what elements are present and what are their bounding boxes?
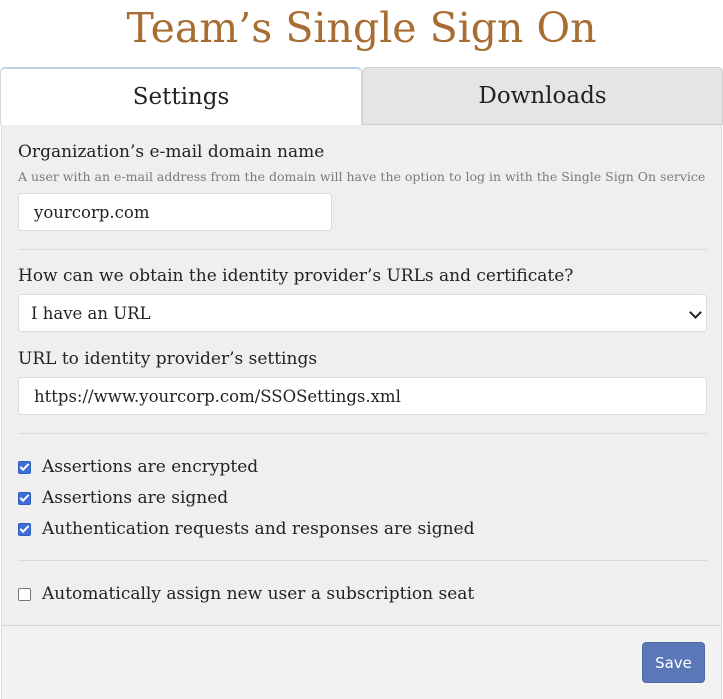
tab-bar: Settings Downloads	[0, 67, 723, 125]
idp-method-selected: I have an URL	[31, 303, 151, 323]
divider	[18, 560, 707, 561]
requests-signed-checkbox[interactable]	[18, 522, 31, 536]
tab-downloads[interactable]: Downloads	[362, 67, 723, 125]
encrypted-checkbox[interactable]	[18, 460, 31, 474]
checkbox-row-encrypted: Assertions are encrypted	[18, 457, 258, 477]
divider	[18, 433, 707, 434]
divider	[18, 249, 707, 250]
tab-settings-label: Settings	[132, 84, 230, 110]
idp-method-select[interactable]: I have an URL	[18, 294, 707, 332]
idp-url-label: URL to identity provider’s settings	[18, 349, 318, 369]
auto-assign-checkbox[interactable]	[18, 587, 31, 601]
form-footer: Save	[1, 625, 722, 699]
settings-panel: Organization’s e-mail domain name A user…	[1, 125, 722, 625]
signed-checkbox[interactable]	[18, 491, 31, 505]
domain-label: Organization’s e-mail domain name	[18, 142, 325, 162]
checkbox-row-auto-assign: Automatically assign new user a subscrip…	[18, 584, 474, 604]
chevron-down-icon	[689, 306, 702, 319]
idp-method-label: How can we obtain the identity provider’…	[18, 266, 574, 286]
signed-label: Assertions are signed	[42, 488, 229, 508]
tab-settings[interactable]: Settings	[0, 67, 362, 125]
idp-url-input[interactable]	[18, 377, 707, 415]
checkbox-row-signed: Assertions are signed	[18, 488, 228, 508]
save-button[interactable]: Save	[642, 642, 705, 683]
requests-signed-label: Authentication requests and responses ar…	[42, 519, 475, 539]
tab-downloads-label: Downloads	[478, 83, 607, 109]
encrypted-label: Assertions are encrypted	[42, 457, 259, 477]
checkbox-row-requests-signed: Authentication requests and responses ar…	[18, 519, 474, 539]
page-title: Team’s Single Sign On	[126, 4, 597, 52]
domain-hint: A user with an e-mail address from the d…	[18, 169, 706, 184]
auto-assign-label: Automatically assign new user a subscrip…	[42, 584, 475, 604]
domain-input[interactable]	[18, 193, 332, 231]
